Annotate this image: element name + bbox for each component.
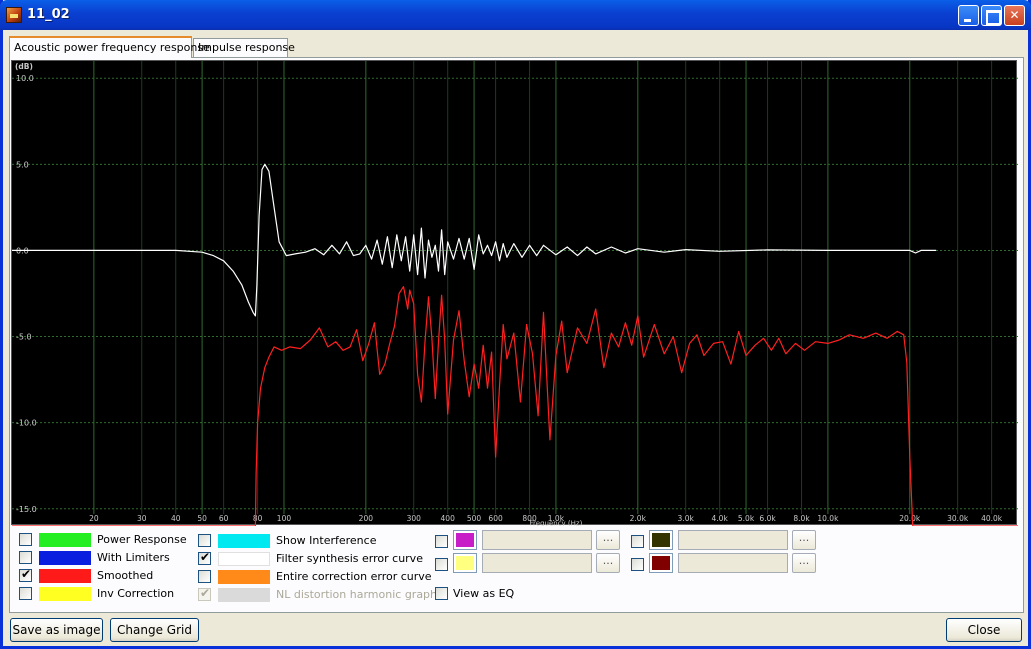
close-window-button[interactable]: ✕ <box>1004 5 1025 26</box>
x-tick-label: 100 <box>277 514 292 523</box>
nl-distortion-swatch <box>218 588 270 602</box>
x-tick-label: 60 <box>219 514 229 523</box>
custom-curve-1-field[interactable] <box>482 530 592 550</box>
frequency-response-plot[interactable]: 10.0 5.0 0.0 -5.0 -10.0 -15.0 20 30 40 50 60 80 100 2… <box>11 60 1018 526</box>
x-tick-label: 2.0k <box>630 514 647 523</box>
smoothed-checkbox[interactable]: ✔ <box>19 567 32 582</box>
legend-item-filter-synthesis[interactable]: ✔ Filter synthesis error curve <box>198 550 423 567</box>
y-tick-label: 10.0 <box>16 74 34 83</box>
x-tick-label: 5.0k <box>738 514 755 523</box>
custom-curve-1-browse-button[interactable]: ... <box>596 530 620 550</box>
title-bar[interactable]: 11_02 ✕ <box>0 0 1031 30</box>
x-tick-label: 6.0k <box>759 514 776 523</box>
custom-curve-3-browse-button[interactable]: ... <box>792 530 816 550</box>
series-line <box>12 286 1018 526</box>
legend-item-inv-correction[interactable]: Inv Correction <box>19 586 189 602</box>
x-tick-label: 8.0k <box>793 514 810 523</box>
show-interference-checkbox[interactable] <box>198 534 211 547</box>
custom-curve-1-color[interactable] <box>453 530 477 550</box>
smoothed-swatch <box>39 569 91 583</box>
entire-correction-checkbox[interactable] <box>198 570 211 583</box>
custom-curve-1-checkbox[interactable] <box>435 535 448 548</box>
entire-correction-label: Entire correction error curve <box>276 570 432 583</box>
view-as-eq-option[interactable]: View as EQ <box>435 586 555 602</box>
power-response-checkbox[interactable] <box>19 533 32 546</box>
x-tick-label: 30 <box>137 514 147 523</box>
tab-acoustic-power[interactable]: Acoustic power frequency response <box>9 36 210 58</box>
legend-item-show-interference[interactable]: Show Interference <box>198 533 423 549</box>
x-tick-label: 300 <box>407 514 422 523</box>
filter-synthesis-label: Filter synthesis error curve <box>276 552 423 565</box>
check-icon: ✔ <box>200 586 211 600</box>
with-limiters-label: With Limiters <box>97 551 170 564</box>
smoothed-label: Smoothed <box>97 569 154 582</box>
power-response-label: Power Response <box>97 533 187 546</box>
x-tick-label: 30.0k <box>947 514 969 523</box>
custom-curve-2-field[interactable] <box>482 553 592 573</box>
x-tick-label: 40 <box>171 514 181 523</box>
power-response-swatch <box>39 533 91 547</box>
custom-curve-3-checkbox[interactable] <box>631 535 644 548</box>
view-as-eq-checkbox[interactable] <box>435 587 448 600</box>
custom-curve-2-browse-button[interactable]: ... <box>596 553 620 573</box>
y-axis-label: (dB) <box>15 62 33 71</box>
save-as-image-button[interactable]: Save as image <box>10 618 103 642</box>
chart-svg: 10.05.00.0-5.0-10.0-15.020 30 40 50 60 80 100 2… <box>12 61 1018 526</box>
with-limiters-swatch <box>39 551 91 565</box>
x-tick-label: 80 <box>253 514 263 523</box>
x-tick-label: 200 <box>359 514 374 523</box>
custom-curve-2-checkbox[interactable] <box>435 558 448 571</box>
x-tick-label: 500 <box>467 514 482 523</box>
window-title: 11_02 <box>27 7 70 22</box>
custom-curve-3-color[interactable] <box>649 530 673 550</box>
nl-distortion-checkbox: ✔ <box>198 586 211 601</box>
legend-item-nl-distortion: ✔ NL distortion harmonic graphs <box>198 586 443 603</box>
x-tick-label: 3.0k <box>678 514 695 523</box>
filter-synthesis-checkbox[interactable]: ✔ <box>198 550 211 565</box>
y-tick-label: -15.0 <box>16 505 37 514</box>
x-tick-label: 4.0k <box>712 514 729 523</box>
check-icon: ✔ <box>21 567 32 581</box>
x-tick-label: 50 <box>197 514 207 523</box>
app-icon <box>6 7 22 23</box>
change-grid-button[interactable]: Change Grid <box>110 618 199 642</box>
y-tick-label: 5.0 <box>16 160 29 169</box>
y-tick-label: -10.0 <box>16 419 37 428</box>
x-axis-label: Frequency (Hz) <box>530 520 583 527</box>
x-tick-label: 400 <box>441 514 456 523</box>
close-button[interactable]: Close <box>946 618 1022 642</box>
view-as-eq-label: View as EQ <box>453 587 515 600</box>
custom-curve-4-checkbox[interactable] <box>631 558 644 571</box>
entire-correction-swatch <box>218 570 270 584</box>
y-tick-label: -5.0 <box>16 333 32 342</box>
x-tick-label: 600 <box>488 514 503 523</box>
custom-curve-4-browse-button[interactable]: ... <box>792 553 816 573</box>
inv-correction-label: Inv Correction <box>97 587 175 600</box>
x-tick-label: 20.0k <box>899 514 921 523</box>
legend-item-entire-correction[interactable]: Entire correction error curve <box>198 569 432 585</box>
minimize-button[interactable] <box>958 5 979 26</box>
with-limiters-checkbox[interactable] <box>19 551 32 564</box>
inv-correction-swatch <box>39 587 91 601</box>
custom-curve-4-color[interactable] <box>649 553 673 573</box>
legend-item-power-response[interactable]: Power Response <box>19 532 189 548</box>
x-tick-label: 20 <box>89 514 99 523</box>
x-tick-label: 40.0k <box>981 514 1003 523</box>
custom-curve-4-field[interactable] <box>678 553 788 573</box>
filter-synthesis-swatch <box>218 552 270 566</box>
custom-curve-3-field[interactable] <box>678 530 788 550</box>
maximize-button[interactable] <box>981 5 1002 26</box>
show-interference-swatch <box>218 534 270 548</box>
legend-item-smoothed[interactable]: ✔ Smoothed <box>19 567 189 584</box>
inv-correction-checkbox[interactable] <box>19 587 32 600</box>
show-interference-label: Show Interference <box>276 534 377 547</box>
x-tick-label: 10.0k <box>817 514 839 523</box>
legend-item-with-limiters[interactable]: With Limiters <box>19 550 189 566</box>
custom-curve-2-color[interactable] <box>453 553 477 573</box>
check-icon: ✔ <box>200 550 211 564</box>
nl-distortion-label: NL distortion harmonic graphs <box>276 588 443 601</box>
